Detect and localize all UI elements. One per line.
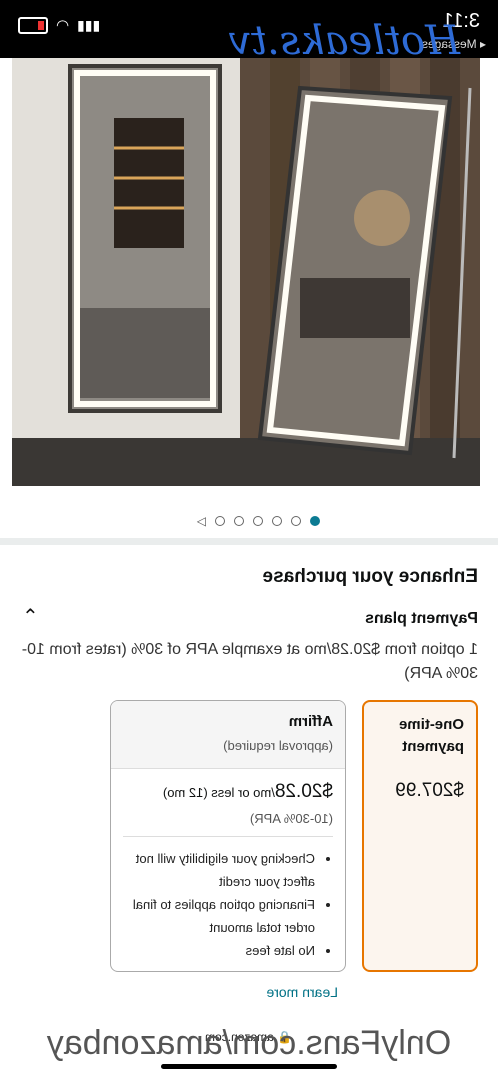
affirm-price: $20.28/mo or less (12 mo)	[111, 769, 345, 803]
list-item: No late fees	[123, 939, 315, 962]
carousel-dot-5[interactable]	[234, 516, 244, 526]
affirm-terms: /mo or less (12 mo)	[162, 785, 275, 800]
video-play-icon[interactable]: ▷	[197, 514, 206, 528]
affirm-option[interactable]: Affirm (approval required) $20.28/mo or …	[110, 700, 346, 972]
carousel-dot-3[interactable]	[272, 516, 282, 526]
list-item: Checking your eligibility will not affec…	[123, 847, 315, 893]
payment-plans-description: 1 option from $20.28/mo at example APR o…	[21, 641, 478, 682]
one-time-payment-title: One-time payment	[398, 716, 464, 755]
wifi-icon: ◠	[56, 17, 70, 34]
affirm-header: Affirm (approval required)	[111, 701, 345, 769]
section-divider	[0, 538, 498, 545]
affirm-approval-note: (approval required)	[223, 738, 333, 753]
carousel-dot-6[interactable]	[215, 516, 225, 526]
carousel-dot-2[interactable]	[291, 516, 301, 526]
watermark-bottom: OnlyFans.com/amazonbay	[46, 1024, 452, 1062]
mirror-photo	[12, 58, 480, 486]
status-icons: ▮▮▮ ◠	[18, 16, 100, 34]
product-image[interactable]: ♡	[12, 58, 480, 486]
one-time-payment-option[interactable]: One-time payment $207.99	[362, 700, 478, 972]
enhance-heading: Enhance your purchase	[262, 566, 478, 587]
carousel-dot-1[interactable]	[310, 516, 320, 526]
affirm-apr: (10-30% APR)	[249, 811, 333, 826]
affirm-benefits-list: Checking your eligibility will not affec…	[123, 836, 333, 962]
one-time-payment-price: $207.99	[395, 780, 464, 801]
battery-icon	[18, 16, 48, 34]
list-item: Financing option applies to final order …	[123, 893, 315, 939]
payment-plans-title: Payment plans	[365, 610, 478, 627]
mirrored-screen: 3:11 ◂ Messages ▮▮▮ ◠ Hotleaks.tv ▷ Enha…	[0, 0, 498, 1078]
carousel-dots: ▷	[197, 514, 320, 528]
affirm-name: Affirm	[288, 713, 333, 730]
signal-icon: ▮▮▮	[77, 16, 101, 33]
carousel-dot-4[interactable]	[253, 516, 263, 526]
collapse-chevron-icon[interactable]: ⌃	[22, 604, 39, 629]
home-indicator[interactable]	[161, 1064, 337, 1069]
learn-more-link[interactable]: Learn more	[266, 984, 338, 1000]
affirm-monthly-amount: $20.28	[274, 781, 333, 802]
